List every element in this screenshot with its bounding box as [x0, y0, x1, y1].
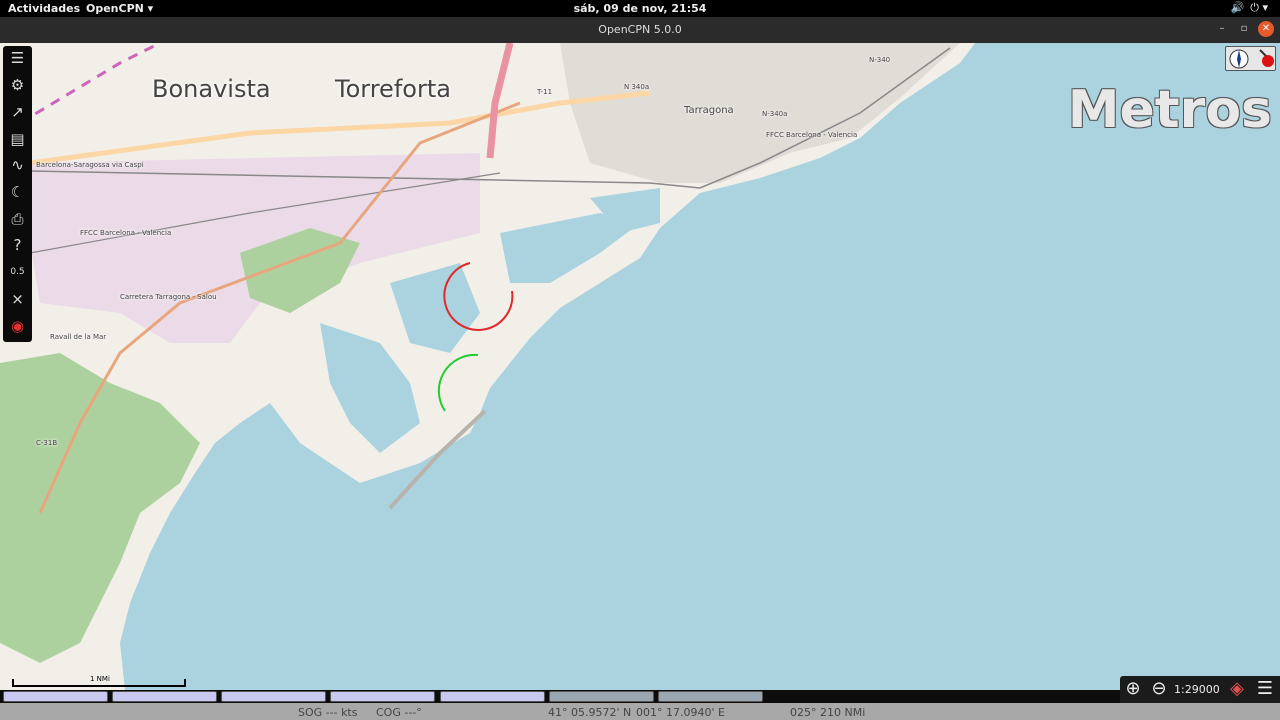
- compass-widget[interactable]: [1225, 46, 1276, 71]
- rail-label: FFCC Barcelona - Valencia: [766, 131, 858, 139]
- chart-bar-item[interactable]: [112, 691, 217, 702]
- print-icon[interactable]: ⎙: [6, 208, 29, 231]
- road-label: Ravall de la Mar: [50, 333, 107, 341]
- window-title: OpenCPN 5.0.0: [598, 23, 682, 36]
- menu-icon[interactable]: ☰: [6, 47, 29, 70]
- chart-bar-item[interactable]: [3, 691, 108, 702]
- chart-bar: [0, 690, 1120, 703]
- volume-icon[interactable]: 🔊: [1231, 1, 1245, 15]
- chart-map-svg: [0, 43, 975, 690]
- gps-icon[interactable]: ⨯: [6, 288, 29, 311]
- route-icon[interactable]: ↗: [6, 101, 29, 124]
- sog-readout: SOG --- kts: [298, 706, 358, 719]
- system-top-bar: Actividades OpenCPN ▾ sáb, 09 de nov, 21…: [0, 0, 1280, 17]
- scale-readout: 1:29000: [1174, 683, 1220, 696]
- route-manager-icon[interactable]: ▤: [6, 128, 29, 151]
- help-icon[interactable]: ?: [6, 234, 29, 257]
- depth-units-label: Metros: [1067, 80, 1272, 140]
- rail-label: Barcelona-Saragossa via Caspi: [36, 161, 144, 169]
- chart-canvas[interactable]: Bonavista Torreforta Tarragona N 340a N-…: [0, 43, 1280, 690]
- window-title-bar: OpenCPN 5.0.0 – ▫ ✕: [0, 17, 1280, 43]
- chart-bar-item[interactable]: [440, 691, 545, 702]
- place-label-torreforta: Torreforta: [335, 75, 451, 103]
- city-label-tarragona: Tarragona: [684, 105, 734, 116]
- activities-button[interactable]: Actividades: [8, 2, 80, 15]
- compass-icon: [1229, 49, 1274, 69]
- main-toolbar: ☰ ⚙ ↗ ▤ ∿ ☾ ⎙ ? 0.5 ⨯ ◉: [3, 46, 32, 342]
- mob-icon[interactable]: ◉: [6, 315, 29, 338]
- chart-bar-item[interactable]: [221, 691, 326, 702]
- close-button[interactable]: ✕: [1258, 21, 1274, 37]
- road-label: Carretera Tarragona - Salou: [120, 293, 217, 301]
- road-label: T-11: [537, 88, 553, 96]
- zoom-in-icon[interactable]: ⊕: [1122, 678, 1144, 700]
- latitude-readout: 41° 05.9572' N: [548, 706, 632, 719]
- rail-label: FFCC Barcelona - Valencia: [80, 229, 172, 237]
- minimize-button[interactable]: –: [1214, 21, 1230, 37]
- road-label: N-340: [869, 56, 891, 64]
- longitude-readout: 001° 17.0940' E: [636, 706, 725, 719]
- road-label: N 340a: [624, 83, 650, 91]
- cog-readout: COG ---°: [376, 706, 422, 719]
- app-menu-button[interactable]: OpenCPN ▾: [86, 2, 153, 15]
- chart-bar-item[interactable]: [549, 691, 654, 702]
- zoom-out-icon[interactable]: ⊖: [1148, 678, 1170, 700]
- scale-bar: 1 NMi: [12, 675, 186, 687]
- maximize-button[interactable]: ▫: [1236, 21, 1252, 37]
- clock[interactable]: sáb, 09 de nov, 21:54: [0, 2, 1280, 15]
- bearing-distance-readout: 025° 210 NMi: [790, 706, 866, 719]
- ais-icon[interactable]: 0.5: [6, 261, 29, 284]
- place-label-bonavista: Bonavista: [152, 75, 271, 103]
- track-icon[interactable]: ∿: [6, 154, 29, 177]
- status-bar: SOG --- kts COG ---° 41° 05.9572' N 001°…: [0, 703, 1280, 720]
- chart-bar-item[interactable]: [658, 691, 763, 702]
- chart-bar-item[interactable]: [330, 691, 435, 702]
- power-icon[interactable]: ⏻ ▾: [1250, 1, 1268, 15]
- chart-quilt-icon[interactable]: ◈: [1226, 678, 1248, 700]
- city-area: [560, 43, 960, 183]
- menu-icon[interactable]: ☰: [1254, 678, 1276, 700]
- scale-bar-label: 1 NMi: [90, 675, 110, 683]
- gear-icon[interactable]: ⚙: [6, 74, 29, 97]
- zoom-control: ⊕ ⊖ 1:29000 ◈ ☰: [1120, 676, 1280, 703]
- tide-icon[interactable]: ☾: [6, 181, 29, 204]
- road-label: C-31B: [36, 439, 58, 447]
- road-label: N-340a: [762, 110, 788, 118]
